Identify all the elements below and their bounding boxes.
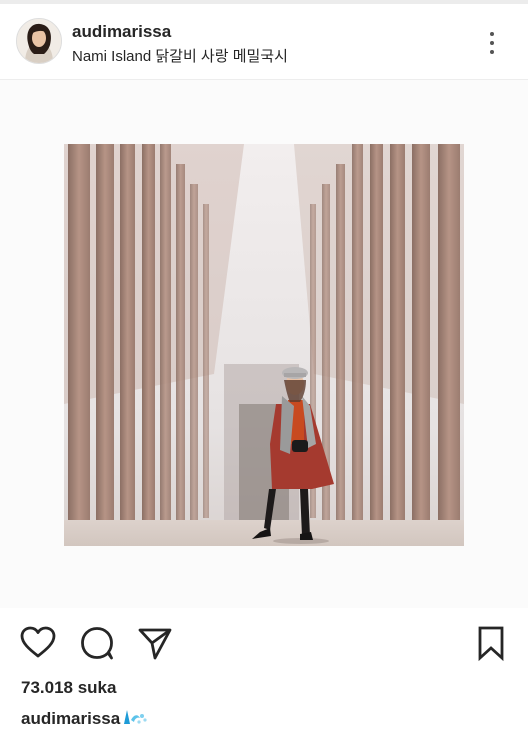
- heart-icon[interactable]: [19, 624, 57, 662]
- more-options-icon[interactable]: [482, 29, 502, 57]
- likes-count[interactable]: 73.018 suka: [21, 678, 116, 698]
- comment-icon[interactable]: [78, 624, 116, 662]
- post-location[interactable]: Nami Island 닭갈비 사랑 메밀국시: [72, 45, 288, 66]
- post-actions: [0, 618, 528, 668]
- bookmark-icon[interactable]: [472, 624, 510, 662]
- post-username[interactable]: audimarissa: [72, 22, 171, 42]
- post-header: audimarissa Nami Island 닭갈비 사랑 메밀국시: [0, 4, 528, 78]
- caption-username[interactable]: audimarissa: [21, 709, 120, 728]
- post-photo: [64, 144, 464, 546]
- avatar[interactable]: [16, 18, 62, 64]
- caption: audimarissa: [21, 708, 148, 731]
- send-icon[interactable]: [136, 624, 174, 662]
- wave-emoji-icon: [122, 708, 148, 731]
- post-media[interactable]: [0, 80, 528, 608]
